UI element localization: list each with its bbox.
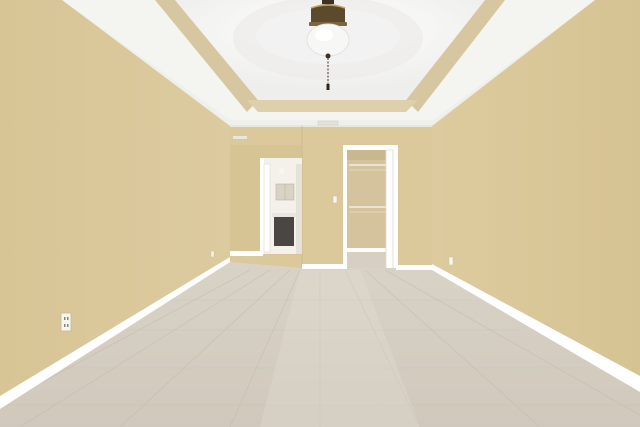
closet-back-shadow (347, 150, 388, 160)
closet-door-leaf[interactable] (385, 149, 394, 271)
hallway-light-fixture (279, 168, 285, 174)
baseboard-back-left (230, 251, 263, 256)
ceiling-vent (233, 136, 247, 139)
hallway-cabinet (274, 216, 294, 246)
tray-ceiling-trim-back (247, 100, 418, 112)
baseboard-back-center (302, 264, 347, 269)
hallway-door-leaf[interactable] (263, 163, 271, 253)
hallway-door-trim-left (260, 158, 264, 254)
outlet-icon (448, 256, 454, 266)
ceiling-vent (317, 120, 339, 126)
outlet-icon (60, 312, 72, 332)
outlet-icon (210, 250, 215, 258)
hallway-counter (272, 213, 296, 217)
room-illustration (0, 0, 640, 427)
light-switch-icon[interactable] (332, 195, 338, 204)
baseboard-back-right (396, 265, 432, 270)
closet-floor (347, 252, 388, 270)
hallway-far-wall-shadow (296, 164, 302, 254)
closet-floor-baseboard (347, 248, 388, 252)
room-scene (0, 0, 640, 427)
